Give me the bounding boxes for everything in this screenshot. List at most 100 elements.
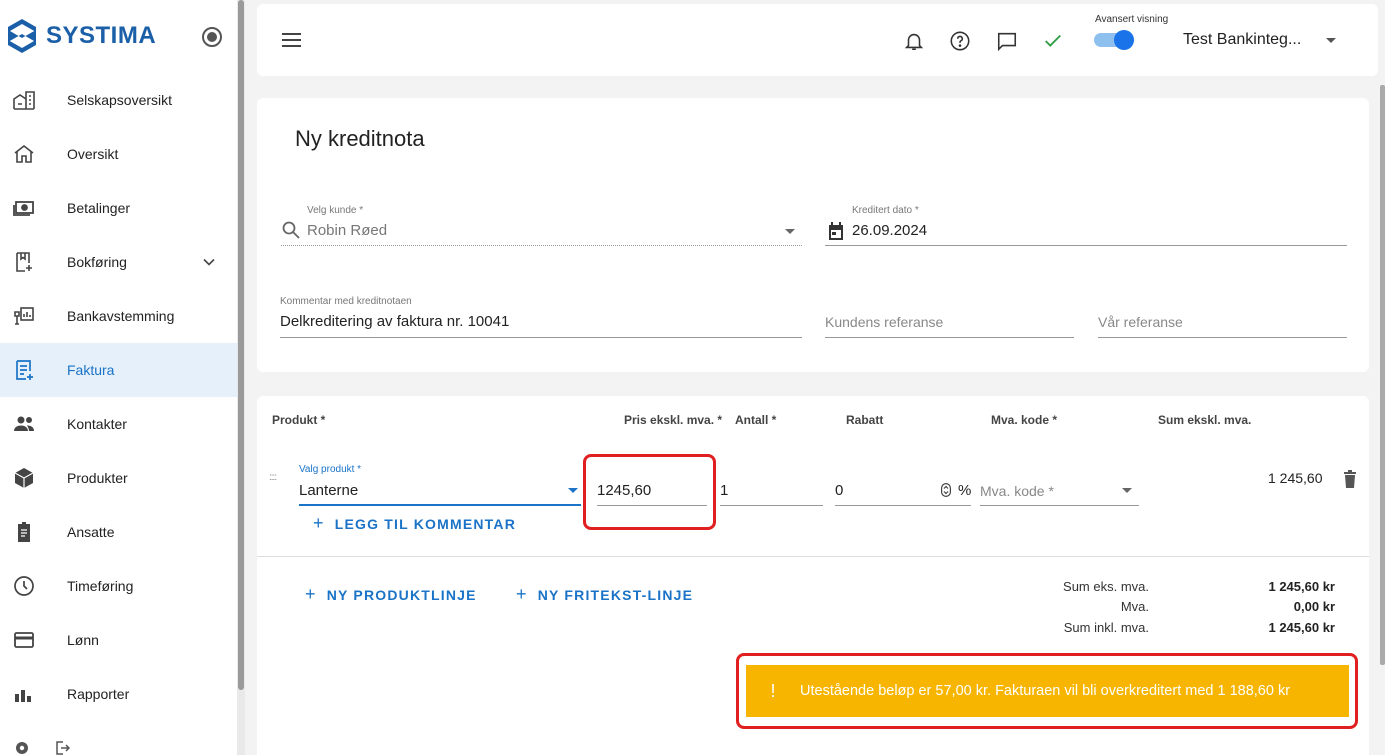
sidebar-item-label: Bankavstemming xyxy=(67,308,175,324)
sidebar-item-label: Rapporter xyxy=(67,686,130,702)
discount-underline xyxy=(835,505,971,506)
discount-field[interactable]: 0 xyxy=(835,482,843,499)
building-icon xyxy=(13,91,35,110)
new-freetext-line-button[interactable]: + NY FRITEKST-LINJE xyxy=(516,584,693,605)
sidebar-footer xyxy=(14,740,70,755)
credit-date-field[interactable]: 26.09.2024 xyxy=(852,222,927,239)
comment-label: Kommentar med kreditnotaen xyxy=(280,296,412,307)
sidebar-item-timeforing[interactable]: Timeføring xyxy=(0,559,237,613)
company-selector[interactable]: Test Bankinteg... xyxy=(1183,31,1301,49)
sidebar-item-selskapsoversikt[interactable]: Selskapsoversikt xyxy=(0,73,237,127)
credit-date-underline xyxy=(825,245,1347,246)
col-header-product: Produkt * xyxy=(272,413,326,427)
comment-field[interactable]: Delkreditering av faktura nr. 10041 xyxy=(280,313,509,330)
price-highlight-box xyxy=(583,454,716,530)
card-icon xyxy=(14,632,34,648)
stepper-icon[interactable] xyxy=(941,483,951,497)
sidebar-item-label: Betalinger xyxy=(67,200,131,216)
product-dropdown-icon[interactable] xyxy=(568,488,578,493)
sidebar-item-ansatte[interactable]: Ansatte xyxy=(0,505,237,559)
sidebar-nav: Selskapsoversikt Oversikt Betalinger Bok… xyxy=(0,73,237,721)
invoice-icon xyxy=(16,360,33,380)
quantity-underline xyxy=(720,505,823,506)
line-sum: 1 245,60 xyxy=(1268,470,1323,486)
col-header-qty: Antall * xyxy=(735,413,777,427)
sidebar-item-label: Timeføring xyxy=(67,578,134,594)
sum-inc-vat-value: 1 245,60 kr xyxy=(1268,620,1335,635)
sidebar-item-label: Faktura xyxy=(67,362,115,378)
trash-icon[interactable] xyxy=(1343,470,1357,488)
advanced-view-label: Avansert visning xyxy=(1095,14,1169,25)
sidebar-scrollbar[interactable] xyxy=(237,0,245,755)
box-icon xyxy=(14,468,34,488)
page-title: Ny kreditnota xyxy=(295,126,425,151)
systima-logo[interactable]: SYSTIMA xyxy=(6,18,156,54)
add-comment-label: LEGG TIL KOMMENTAR xyxy=(334,515,517,532)
add-comment-button[interactable]: + LEGG TIL KOMMENTAR xyxy=(313,513,516,534)
customer-dropdown-icon[interactable] xyxy=(785,229,795,234)
sidebar-item-bokforing[interactable]: Bokføring xyxy=(0,235,237,289)
new-product-line-label: NY PRODUKTLINJE xyxy=(326,586,477,603)
drag-handle-icon[interactable]: :::: xyxy=(269,472,277,483)
credit-date-label: Kreditert dato * xyxy=(852,205,919,216)
sidebar-item-kontakter[interactable]: Kontakter xyxy=(0,397,237,451)
sidebar-item-label: Oversikt xyxy=(67,146,119,162)
product-label: Valg produkt * xyxy=(299,464,362,475)
customer-field[interactable]: Robin Røed xyxy=(307,222,387,239)
new-freetext-line-label: NY FRITEKST-LINJE xyxy=(537,586,694,603)
menu-icon[interactable] xyxy=(282,33,301,47)
gear-icon[interactable] xyxy=(14,740,30,755)
top-bar: Avansert visning Test Bankinteg... xyxy=(257,4,1378,76)
sidebar-item-lonn[interactable]: Lønn xyxy=(0,613,237,667)
chat-icon[interactable] xyxy=(996,30,1018,52)
chevron-down-icon[interactable] xyxy=(202,255,216,269)
record-icon[interactable] xyxy=(202,27,222,47)
caret-down-icon[interactable] xyxy=(1326,38,1336,43)
sidebar-item-bankavstemming[interactable]: Bankavstemming xyxy=(0,289,237,343)
divider xyxy=(257,556,1369,557)
clock-icon xyxy=(14,576,34,596)
report-icon xyxy=(15,690,31,702)
col-header-discount: Rabatt xyxy=(846,413,884,427)
col-header-sum: Sum ekskl. mva. xyxy=(1158,413,1252,427)
check-icon[interactable] xyxy=(1042,30,1064,52)
sidebar-item-betalinger[interactable]: Betalinger xyxy=(0,181,237,235)
sidebar: SYSTIMA Selskapsoversikt Oversikt Betali… xyxy=(0,0,237,755)
help-icon[interactable] xyxy=(949,30,971,52)
product-underline xyxy=(299,504,581,506)
quantity-field[interactable]: 1 xyxy=(720,482,728,499)
sidebar-item-faktura[interactable]: Faktura xyxy=(0,343,237,397)
our-reference-field[interactable]: Vår referanse xyxy=(1098,314,1183,330)
sum-ex-vat-label: Sum eks. mva. xyxy=(1063,579,1149,594)
sidebar-item-oversikt[interactable]: Oversikt xyxy=(0,127,237,181)
sidebar-item-label: Bokføring xyxy=(67,254,127,270)
sidebar-item-rapporter[interactable]: Rapporter xyxy=(0,667,237,721)
plus-icon: + xyxy=(313,513,325,533)
vat-value: 0,00 kr xyxy=(1293,599,1335,614)
col-header-vat-code: Mva. kode * xyxy=(991,413,1058,427)
book-add-icon xyxy=(16,252,32,272)
advanced-view-toggle[interactable] xyxy=(1092,30,1136,50)
vat-label: Mva. xyxy=(1120,599,1149,614)
customer-reference-field[interactable]: Kundens referanse xyxy=(825,314,943,330)
sum-ex-vat-value: 1 245,60 kr xyxy=(1268,579,1335,594)
customer-underline xyxy=(281,245,802,246)
customer-reference-underline xyxy=(825,337,1074,338)
vat-code-underline xyxy=(980,505,1139,506)
calendar-icon[interactable] xyxy=(827,221,845,241)
product-field[interactable]: Lanterne xyxy=(299,482,358,499)
customer-label: Velg kunde * xyxy=(307,205,364,216)
col-header-price: Pris ekskl. mva. * xyxy=(624,413,723,427)
search-icon xyxy=(282,221,300,239)
bell-icon[interactable] xyxy=(903,30,925,52)
sidebar-item-produkter[interactable]: Produkter xyxy=(0,451,237,505)
logout-icon[interactable] xyxy=(54,740,70,755)
product-lines-card: Produkt * Pris ekskl. mva. * Antall * Ra… xyxy=(257,396,1369,755)
systima-logo-icon xyxy=(8,19,36,53)
sidebar-scrollbar-thumb[interactable] xyxy=(238,0,244,690)
vat-code-dropdown-icon[interactable] xyxy=(1122,488,1132,493)
new-product-line-button[interactable]: + NY PRODUKTLINJE xyxy=(305,584,477,605)
sidebar-item-label: Selskapsoversikt xyxy=(67,92,173,108)
vat-code-field[interactable]: Mva. kode * xyxy=(980,483,1054,499)
main-scrollbar[interactable] xyxy=(1380,85,1385,665)
